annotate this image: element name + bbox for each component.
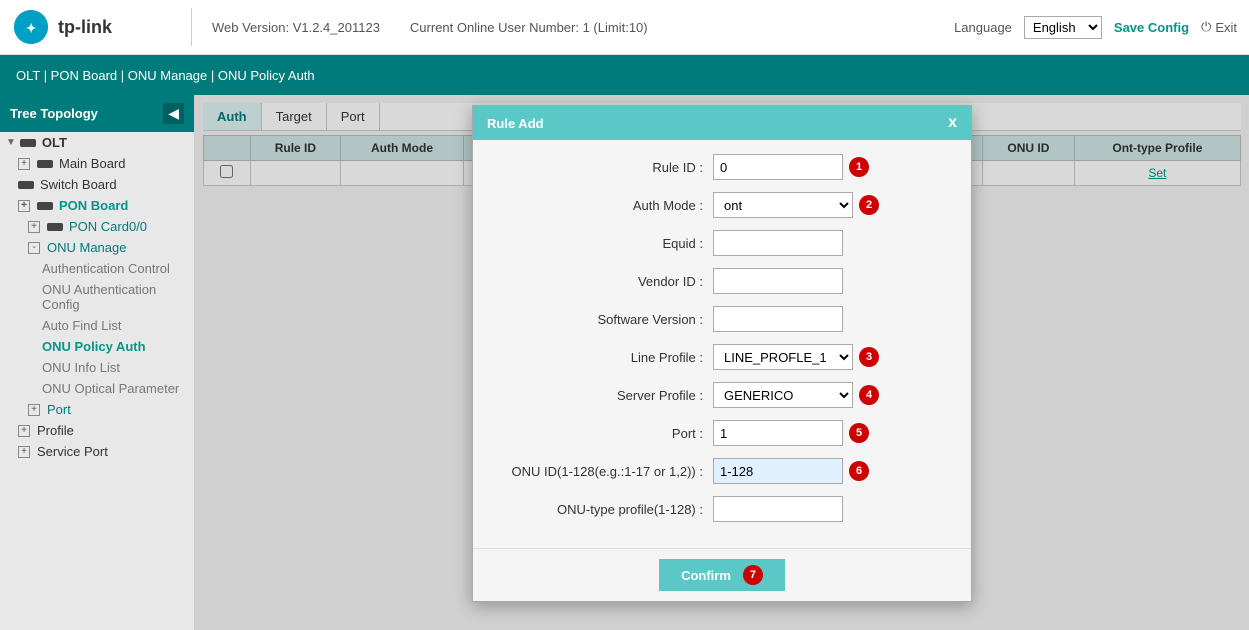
port-label: Port : xyxy=(493,426,713,441)
modal-title: Rule Add xyxy=(487,116,544,131)
form-row-onu-id: ONU ID(1-128(e.g.:1-17 or 1,2)) : 6 xyxy=(493,458,951,484)
step-5-badge: 5 xyxy=(849,423,869,443)
sidebar-item-onu-optical[interactable]: ONU Optical Parameter xyxy=(0,378,194,399)
header-right: Language English Chinese Save Config ⏻ E… xyxy=(954,16,1237,39)
header: ✦ tp-link Web Version: V1.2.4_201123 Cur… xyxy=(0,0,1249,55)
language-select[interactable]: English Chinese xyxy=(1024,16,1102,39)
auth-mode-label: Auth Mode : xyxy=(493,198,713,213)
sidebar-item-service-port[interactable]: + Service Port xyxy=(0,441,194,462)
onu-id-label: ONU ID(1-128(e.g.:1-17 or 1,2)) : xyxy=(493,464,713,479)
expand-icon: ▼ xyxy=(6,137,16,148)
expand-onu-manage-icon: - xyxy=(28,242,40,254)
step-3-badge: 3 xyxy=(859,347,879,367)
software-version-input[interactable] xyxy=(713,306,843,332)
vendor-id-label: Vendor ID : xyxy=(493,274,713,289)
form-row-vendor-id: Vendor ID : xyxy=(493,268,951,294)
expand-port-icon: + xyxy=(28,404,40,416)
sidebar-item-auto-find[interactable]: Auto Find List xyxy=(0,315,194,336)
sidebar: Tree Topology ◀ ▼ OLT + Main Board Switc… xyxy=(0,95,195,630)
server-profile-label: Server Profile : xyxy=(493,388,713,403)
form-row-software-version: Software Version : xyxy=(493,306,951,332)
pon-card-icon xyxy=(47,223,63,231)
sidebar-item-switch-board[interactable]: Switch Board xyxy=(0,174,194,195)
step-2-badge: 2 xyxy=(859,195,879,215)
form-row-rule-id: Rule ID : 1 xyxy=(493,154,951,180)
line-profile-select[interactable]: LINE_PROFLE_1 LINE_PROFLE_2 xyxy=(713,344,853,370)
sidebar-item-port[interactable]: + Port xyxy=(0,399,194,420)
sidebar-item-onu-manage[interactable]: - ONU Manage xyxy=(0,237,194,258)
server-profile-select[interactable]: GENERICO DEFAULT xyxy=(713,382,853,408)
port-input[interactable] xyxy=(713,420,843,446)
sidebar-item-auth-control[interactable]: Authentication Control xyxy=(0,258,194,279)
form-row-equid: Equid : xyxy=(493,230,951,256)
online-users: Current Online User Number: 1 (Limit:10) xyxy=(410,20,648,35)
form-row-server-profile: Server Profile : GENERICO DEFAULT 4 xyxy=(493,382,951,408)
step-6-badge: 6 xyxy=(849,461,869,481)
onu-type-profile-input[interactable] xyxy=(713,496,843,522)
breadcrumb: OLT | PON Board | ONU Manage | ONU Polic… xyxy=(0,55,1249,95)
sidebar-item-pon-board[interactable]: + PON Board xyxy=(0,195,194,216)
pon-board-icon xyxy=(37,202,53,210)
olt-device-icon xyxy=(20,139,36,147)
modal-close-button[interactable]: x xyxy=(948,114,957,132)
web-version: Web Version: V1.2.4_201123 xyxy=(212,20,380,35)
line-profile-label: Line Profile : xyxy=(493,350,713,365)
expand-profile-icon: + xyxy=(18,425,30,437)
vendor-id-input[interactable] xyxy=(713,268,843,294)
modal-overlay: Rule Add x Rule ID : 1 Auth Mode : ont xyxy=(195,95,1249,630)
sidebar-item-main-board[interactable]: + Main Board xyxy=(0,153,194,174)
modal-footer: Confirm 7 xyxy=(473,548,971,601)
header-info: Web Version: V1.2.4_201123 Current Onlin… xyxy=(192,20,954,35)
form-row-auth-mode: Auth Mode : ont sn mac hybrid 2 xyxy=(493,192,951,218)
rule-id-input[interactable] xyxy=(713,154,843,180)
rule-id-label: Rule ID : xyxy=(493,160,713,175)
equid-input[interactable] xyxy=(713,230,843,256)
content-area: Auth Target Port Rule ID Auth Mode Equid… xyxy=(195,95,1249,630)
step-4-badge: 4 xyxy=(859,385,879,405)
save-config-button[interactable]: Save Config xyxy=(1114,20,1189,35)
confirm-button[interactable]: Confirm 7 xyxy=(659,559,785,591)
step-7-badge: 7 xyxy=(743,565,763,585)
form-row-port: Port : 5 xyxy=(493,420,951,446)
sidebar-toggle-button[interactable]: ◀ xyxy=(163,103,184,124)
expand-pon-board-icon: + xyxy=(18,200,30,212)
rule-add-modal: Rule Add x Rule ID : 1 Auth Mode : ont xyxy=(472,105,972,602)
modal-header: Rule Add x xyxy=(473,106,971,140)
equid-label: Equid : xyxy=(493,236,713,251)
form-row-line-profile: Line Profile : LINE_PROFLE_1 LINE_PROFLE… xyxy=(493,344,951,370)
expand-main-board-icon: + xyxy=(18,158,30,170)
modal-body: Rule ID : 1 Auth Mode : ont sn mac hybri… xyxy=(473,140,971,548)
sidebar-item-olt[interactable]: ▼ OLT xyxy=(0,132,194,153)
sidebar-item-pon-card[interactable]: + PON Card0/0 xyxy=(0,216,194,237)
sidebar-title: Tree Topology ◀ xyxy=(0,95,194,132)
onu-type-profile-label: ONU-type profile(1-128) : xyxy=(493,502,713,517)
confirm-label: Confirm xyxy=(681,568,731,583)
sidebar-item-onu-policy-auth[interactable]: ONU Policy Auth xyxy=(0,336,194,357)
main-layout: Tree Topology ◀ ▼ OLT + Main Board Switc… xyxy=(0,95,1249,630)
svg-text:✦: ✦ xyxy=(26,22,36,36)
logo-text: tp-link xyxy=(58,17,112,38)
exit-label: Exit xyxy=(1215,20,1237,35)
auth-mode-select[interactable]: ont sn mac hybrid xyxy=(713,192,853,218)
onu-id-input[interactable] xyxy=(713,458,843,484)
language-label: Language xyxy=(954,20,1012,35)
step-1-badge: 1 xyxy=(849,157,869,177)
sidebar-item-onu-auth-config[interactable]: ONU Authentication Config xyxy=(0,279,194,315)
logo-area: ✦ tp-link xyxy=(12,8,192,46)
form-row-onu-type-profile: ONU-type profile(1-128) : xyxy=(493,496,951,522)
software-version-label: Software Version : xyxy=(493,312,713,327)
expand-service-port-icon: + xyxy=(18,446,30,458)
main-board-icon xyxy=(37,160,53,168)
exit-button[interactable]: ⏻ Exit xyxy=(1201,19,1237,35)
sidebar-item-onu-info[interactable]: ONU Info List xyxy=(0,357,194,378)
switch-board-icon xyxy=(18,181,34,189)
sidebar-item-profile[interactable]: + Profile xyxy=(0,420,194,441)
tp-link-logo-icon: ✦ xyxy=(12,8,50,46)
power-icon: ⏻ xyxy=(1201,19,1211,35)
expand-pon-card-icon: + xyxy=(28,221,40,233)
